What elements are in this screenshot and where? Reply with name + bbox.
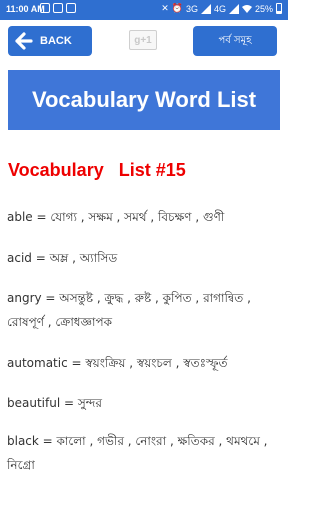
chapters-button-label: পর্ব সমূহ: [218, 34, 252, 46]
status-bar: 11:00 AM ✕ ⏰ 3G 4G 25%: [0, 0, 288, 20]
notification-icon: [66, 3, 76, 13]
status-system-icons: ✕ ⏰ 3G 4G 25%: [161, 3, 282, 14]
network2-label: 4G: [213, 3, 226, 14]
vocabulary-entry: angry = অসন্তুষ্ট , ক্রুদ্ধ , রুষ্ট , কু…: [7, 291, 251, 329]
signal-icon: [200, 3, 211, 14]
alarm-icon: ⏰: [171, 3, 183, 13]
signal-icon: [228, 3, 239, 14]
arrow-left-icon: [15, 32, 33, 50]
battery-icon: [276, 3, 282, 14]
back-button-label: BACK: [40, 35, 72, 47]
battery-percent: 25%: [254, 3, 273, 14]
page-title: Vocabulary Word List: [31, 87, 257, 112]
vocabulary-entry: able = যোগ্য , সক্ষম , সমর্থ , বিচক্ষণ ,…: [7, 210, 225, 224]
mute-icon: ✕: [161, 3, 169, 13]
sim-icon: [53, 3, 63, 13]
status-notification-icons: [40, 3, 76, 13]
vocabulary-entry: black = কালো , গভীর , নোংরা , ক্ষতিকর , …: [7, 434, 268, 472]
google-plus-one-label: g+1: [134, 34, 152, 46]
chapters-button[interactable]: পর্ব সমূহ: [193, 26, 277, 56]
title-banner: Vocabulary Word List: [8, 70, 280, 130]
vocabulary-entry: automatic = স্বয়ংক্রিয় , স্বয়ংচল , স্…: [7, 356, 228, 370]
toolbar: BACK g+1 পর্ব সমূহ: [0, 20, 288, 62]
network-label: 3G: [185, 3, 198, 14]
notification-icon: [40, 3, 50, 13]
vocabulary-entry: acid = অম্ল , অ্যাসিড: [7, 251, 118, 265]
back-button[interactable]: BACK: [8, 26, 92, 56]
wifi-icon: [241, 4, 252, 13]
status-time: 11:00 AM: [6, 4, 45, 14]
google-plus-one-button[interactable]: g+1: [129, 30, 157, 50]
list-heading: Vocabulary List #15: [8, 160, 186, 180]
vocabulary-list: able = যোগ্য , সক্ষম , সমর্থ , বিচক্ষণ ,…: [7, 205, 283, 497]
vocabulary-entry: beautiful = সুন্দর: [7, 396, 103, 410]
